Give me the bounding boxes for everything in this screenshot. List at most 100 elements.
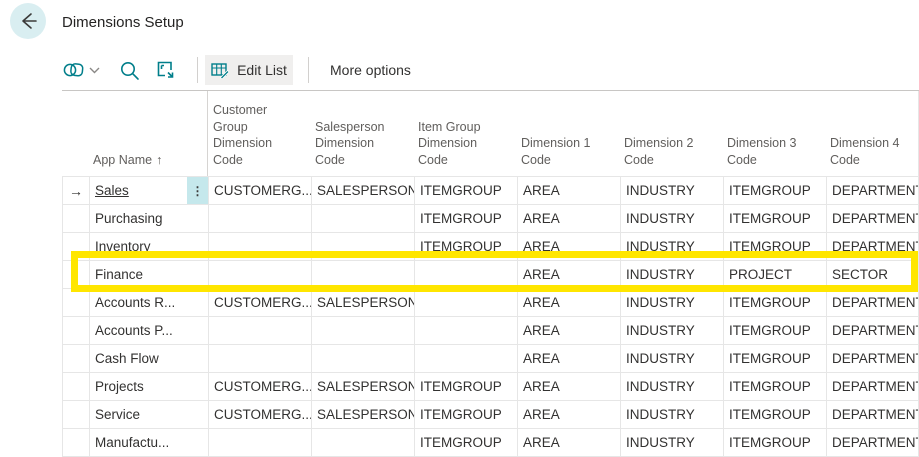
cell-dimension-4-code[interactable]: DEPARTMENT: [826, 373, 918, 400]
open-in-new-window-button[interactable]: [155, 50, 177, 90]
cell-customer-group-dimension-code[interactable]: [208, 345, 311, 372]
app-name-link[interactable]: Projects: [90, 373, 208, 400]
cell-customer-group-dimension-code[interactable]: [208, 233, 311, 260]
cell-item-group-dimension-code[interactable]: [414, 345, 517, 372]
cell-dimension-3-code[interactable]: ITEMGROUP: [723, 289, 826, 316]
cell-dimension-2-code[interactable]: INDUSTRY: [620, 429, 723, 456]
header-cell-customer-group[interactable]: Customer Group Dimension Code: [207, 91, 310, 176]
cell-dimension-4-code[interactable]: DEPARTMENT: [826, 233, 918, 260]
cell-item-group-dimension-code[interactable]: ITEMGROUP: [414, 373, 517, 400]
cell-dimension-1-code[interactable]: AREA: [517, 289, 620, 316]
cell-dimension-1-code[interactable]: AREA: [517, 401, 620, 428]
cell-dimension-2-code[interactable]: INDUSTRY: [620, 373, 723, 400]
cell-dimension-2-code[interactable]: INDUSTRY: [620, 233, 723, 260]
app-name-link[interactable]: Inventory: [90, 233, 208, 260]
cell-dimension-4-code[interactable]: DEPARTMENT: [826, 317, 918, 344]
header-cell-dimension-1[interactable]: Dimension 1 Code: [516, 91, 619, 176]
cell-dimension-4-code[interactable]: SECTOR: [826, 261, 918, 288]
cell-salesperson-dimension-code[interactable]: [311, 205, 414, 232]
cell-dimension-4-code[interactable]: DEPARTMENT: [826, 429, 918, 456]
cell-salesperson-dimension-code[interactable]: SALESPERSON: [311, 177, 414, 204]
cell-item-group-dimension-code[interactable]: ITEMGROUP: [414, 177, 517, 204]
app-name-link[interactable]: Accounts R...: [90, 289, 208, 316]
cell-dimension-4-code[interactable]: DEPARTMENT: [826, 401, 918, 428]
cell-item-group-dimension-code[interactable]: ITEMGROUP: [414, 401, 517, 428]
cell-salesperson-dimension-code[interactable]: [311, 345, 414, 372]
cell-dimension-1-code[interactable]: AREA: [517, 205, 620, 232]
cell-item-group-dimension-code[interactable]: ITEMGROUP: [414, 233, 517, 260]
cell-item-group-dimension-code[interactable]: ITEMGROUP: [414, 429, 517, 456]
edit-list-button[interactable]: Edit List: [205, 55, 293, 85]
cell-dimension-3-code[interactable]: ITEMGROUP: [723, 345, 826, 372]
cell-salesperson-dimension-code[interactable]: SALESPERSON: [311, 373, 414, 400]
back-button[interactable]: [10, 3, 46, 39]
cell-customer-group-dimension-code[interactable]: [208, 261, 311, 288]
cell-customer-group-dimension-code[interactable]: [208, 317, 311, 344]
cell-dimension-1-code[interactable]: AREA: [517, 317, 620, 344]
cell-dimension-1-code[interactable]: AREA: [517, 373, 620, 400]
cell-dimension-3-code[interactable]: ITEMGROUP: [723, 373, 826, 400]
cell-dimension-3-code[interactable]: ITEMGROUP: [723, 317, 826, 344]
cell-customer-group-dimension-code[interactable]: CUSTOMERG...: [208, 401, 311, 428]
cell-dimension-3-code[interactable]: ITEMGROUP: [723, 401, 826, 428]
search-button[interactable]: [119, 50, 140, 90]
cell-salesperson-dimension-code[interactable]: SALESPERSON: [311, 289, 414, 316]
cell-customer-group-dimension-code[interactable]: CUSTOMERG...: [208, 289, 311, 316]
cell-dimension-2-code[interactable]: INDUSTRY: [620, 317, 723, 344]
header-cell-dimension-4[interactable]: Dimension 4 Code: [825, 91, 918, 176]
app-name-link[interactable]: Manufactu...: [90, 429, 208, 456]
app-name-link[interactable]: Sales: [90, 177, 187, 204]
header-cell-salesperson[interactable]: Salesperson Dimension Code: [310, 91, 413, 176]
header-cell-dimension-2[interactable]: Dimension 2 Code: [619, 91, 722, 176]
cell-dimension-2-code[interactable]: INDUSTRY: [620, 289, 723, 316]
cell-salesperson-dimension-code[interactable]: [311, 317, 414, 344]
cell-dimension-2-code[interactable]: INDUSTRY: [620, 345, 723, 372]
app-name-link[interactable]: Service: [90, 401, 208, 428]
cell-customer-group-dimension-code[interactable]: [208, 429, 311, 456]
more-options-button[interactable]: More options: [330, 50, 411, 90]
cell-dimension-2-code[interactable]: INDUSTRY: [620, 401, 723, 428]
cell-salesperson-dimension-code[interactable]: [311, 233, 414, 260]
cell-item-group-dimension-code[interactable]: ITEMGROUP: [414, 205, 517, 232]
cell-dimension-1-code[interactable]: AREA: [517, 429, 620, 456]
cell-dimension-1-code[interactable]: AREA: [517, 345, 620, 372]
cell-dimension-2-code[interactable]: INDUSTRY: [620, 177, 723, 204]
cell-salesperson-dimension-code[interactable]: SALESPERSON: [311, 401, 414, 428]
app-name-link[interactable]: Purchasing: [90, 205, 208, 232]
cell-dimension-3-code[interactable]: ITEMGROUP: [723, 429, 826, 456]
app-name-link[interactable]: Cash Flow: [90, 345, 208, 372]
app-name-link[interactable]: Finance: [90, 261, 208, 288]
cell-salesperson-dimension-code[interactable]: [311, 429, 414, 456]
cell-dimension-2-code[interactable]: INDUSTRY: [620, 205, 723, 232]
cell-dimension-4-code[interactable]: DEPARTMENT: [826, 289, 918, 316]
cell-item-group-dimension-code[interactable]: [414, 317, 517, 344]
chevron-down-icon: [89, 67, 100, 74]
header-cell-app-name[interactable]: App Name↑: [88, 91, 207, 176]
cell-item-group-dimension-code[interactable]: [414, 261, 517, 288]
header-cell-dimension-3[interactable]: Dimension 3 Code: [722, 91, 825, 176]
header-cell-item-group[interactable]: Item Group Dimension Code: [413, 91, 516, 176]
cell-salesperson-dimension-code[interactable]: [311, 261, 414, 288]
views-button[interactable]: [62, 50, 100, 90]
cell-customer-group-dimension-code[interactable]: CUSTOMERG...: [208, 177, 311, 204]
cell-customer-group-dimension-code[interactable]: CUSTOMERG...: [208, 373, 311, 400]
cell-dimension-2-code[interactable]: INDUSTRY: [620, 261, 723, 288]
cell-dimension-3-code[interactable]: ITEMGROUP: [723, 205, 826, 232]
ellipsis-vertical-icon: ⋮: [192, 184, 204, 198]
cell-item-group-dimension-code[interactable]: [414, 289, 517, 316]
cell-customer-group-dimension-code[interactable]: [208, 205, 311, 232]
cell-dimension-1-code[interactable]: AREA: [517, 261, 620, 288]
row-context-menu-button[interactable]: ⋮: [187, 177, 208, 204]
cell-dimension-3-code[interactable]: ITEMGROUP: [723, 177, 826, 204]
cell-dimension-4-code[interactable]: DEPARTMENT: [826, 345, 918, 372]
app-name-link[interactable]: Accounts P...: [90, 317, 208, 344]
cell-dimension-4-code[interactable]: DEPARTMENT: [826, 177, 918, 204]
cell-dimension-4-code[interactable]: DEPARTMENT: [826, 205, 918, 232]
cell-dimension-1-code[interactable]: AREA: [517, 233, 620, 260]
cell-dimension-1-code[interactable]: AREA: [517, 177, 620, 204]
table-row: Projects CUSTOMERG... SALESPERSON ITEMGR…: [62, 373, 919, 401]
cell-dimension-3-code[interactable]: ITEMGROUP: [723, 233, 826, 260]
cell-dimension-3-code[interactable]: PROJECT: [723, 261, 826, 288]
table-row: Inventory ITEMGROUP AREA INDUSTRY ITEMGR…: [62, 233, 919, 261]
table-row: → Sales ⋮ CUSTOMERG... SALESPERSON ITEMG…: [62, 177, 919, 205]
